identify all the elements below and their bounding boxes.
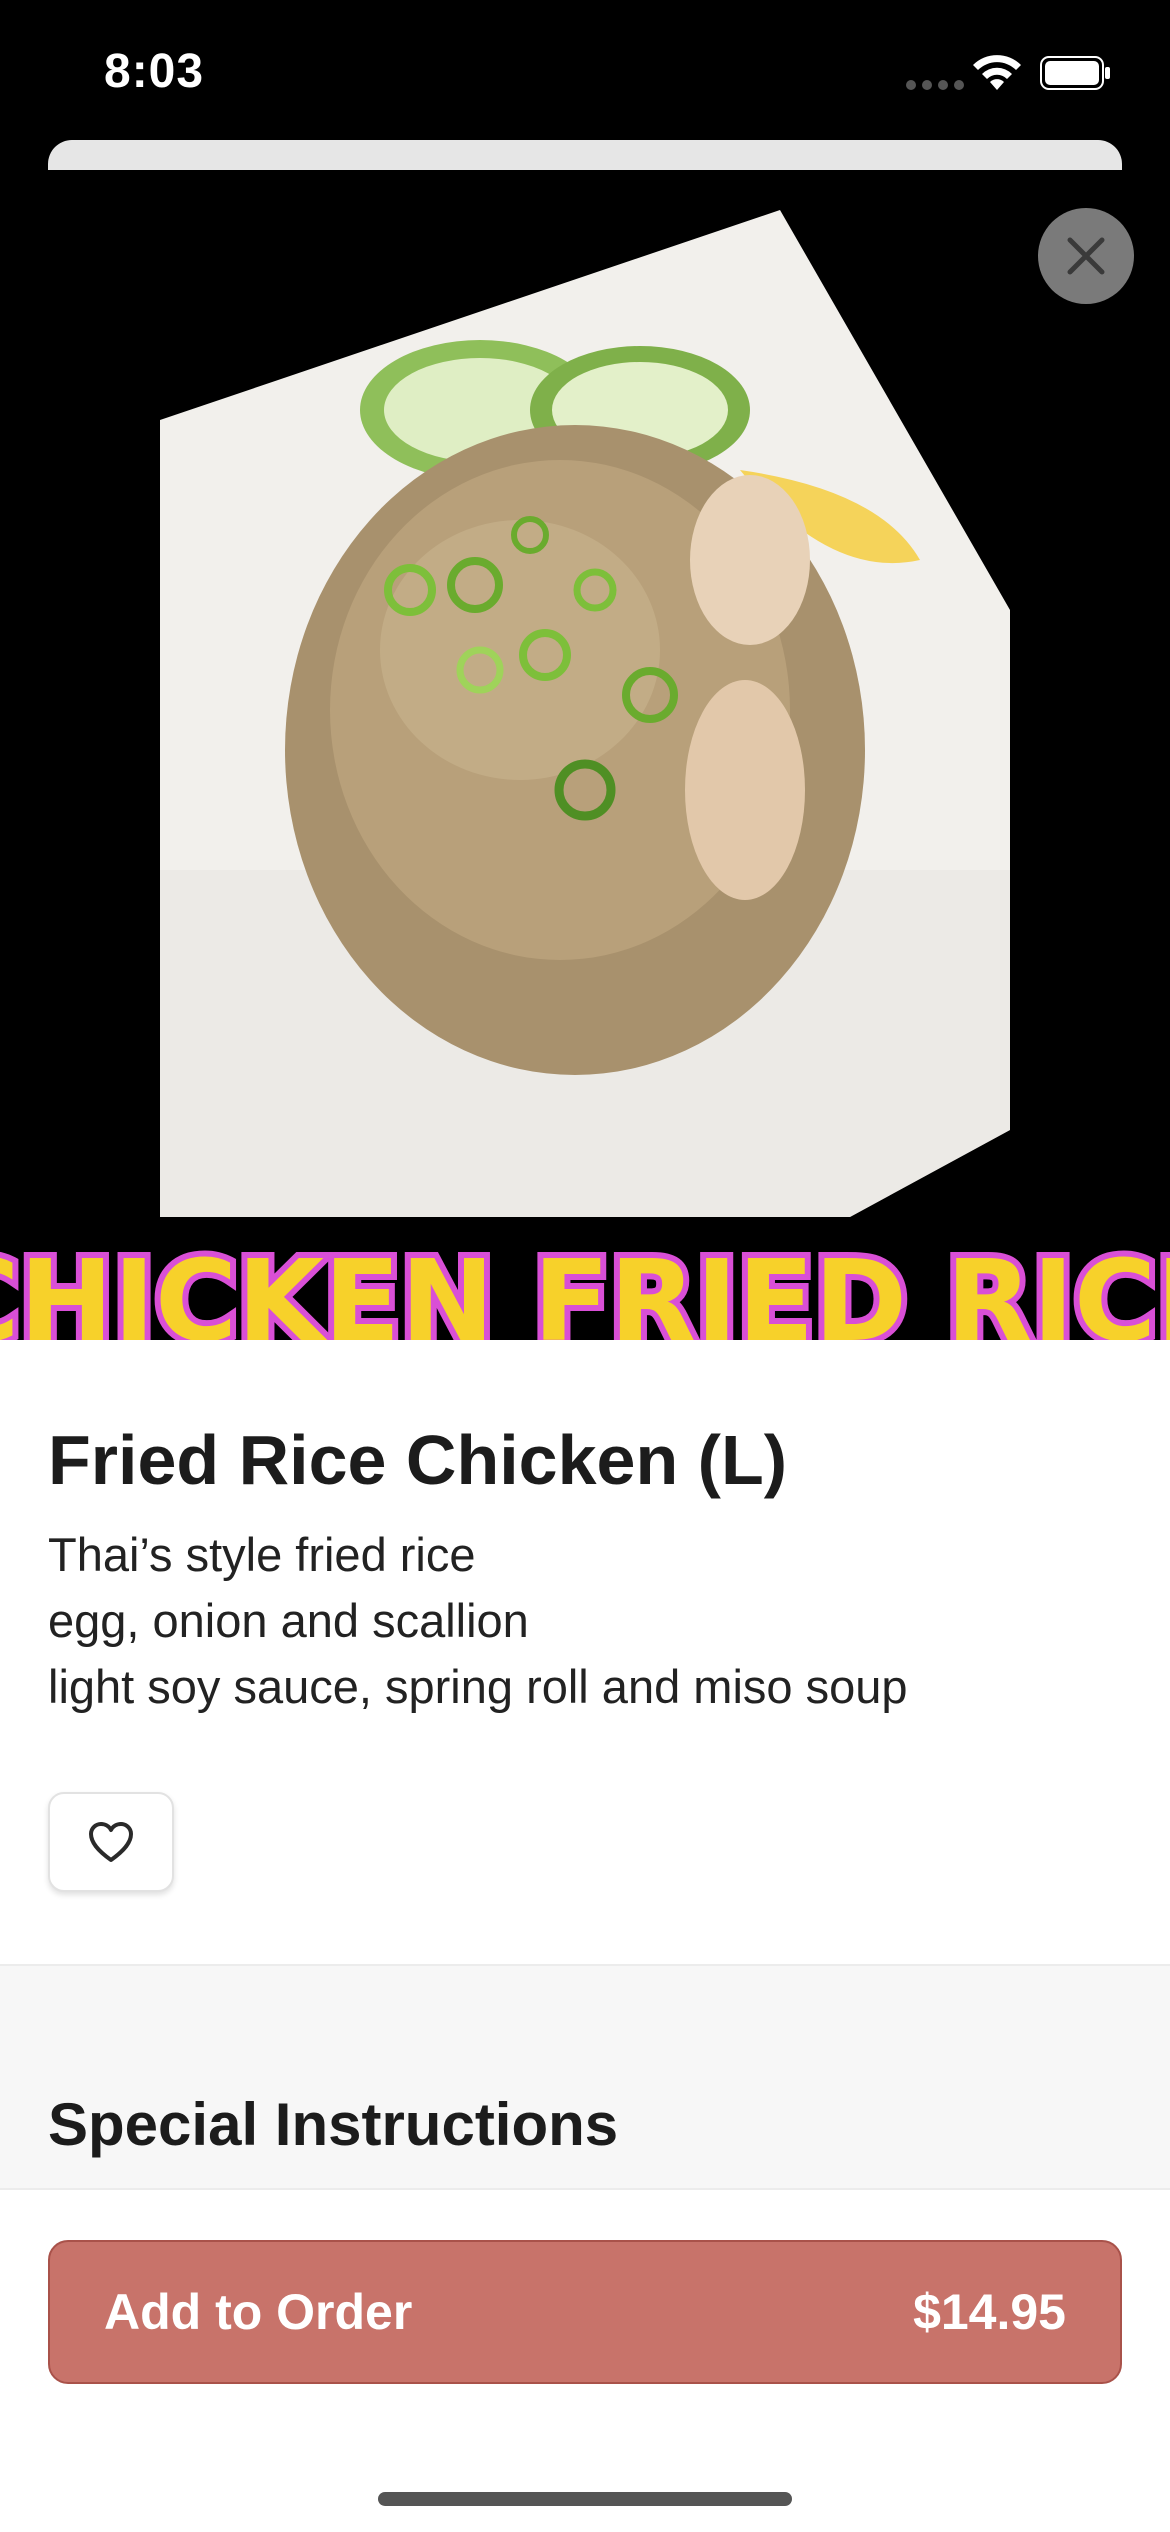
special-instructions-section: Special Instructions [0,1964,1170,2188]
add-to-order-button[interactable]: Add to Order $14.95 [48,2240,1122,2384]
item-description: Thai’s style fried rice egg, onion and s… [48,1522,908,1720]
item-details: Fried Rice Chicken (L) Thai’s style frie… [0,1340,1170,1964]
home-indicator[interactable] [378,2492,792,2506]
battery-icon [1040,56,1110,90]
status-time: 8:03 [104,45,205,98]
close-button[interactable] [1038,208,1134,304]
heart-icon [89,1822,133,1862]
item-photo: CHICKEN FRIED RICE [0,170,1170,1340]
banner-text: CHICKEN FRIED RICE [0,1237,1170,1340]
add-to-order-label: Add to Order [104,2284,413,2340]
item-title: Fried Rice Chicken (L) [48,1421,788,1499]
description-line: Thai’s style fried rice [48,1528,476,1581]
close-icon [1067,237,1105,275]
price: $14.95 [913,2284,1066,2340]
description-line: egg, onion and scallion [48,1594,529,1647]
signal-icon [906,80,964,90]
status-bar: 8:03 [0,0,1170,140]
special-instructions-title: Special Instructions [48,2091,619,2158]
wifi-icon [973,55,1021,90]
footer: Add to Order $14.95 [0,2188,1170,2532]
sheet-grabber [48,140,1122,170]
favorite-button[interactable] [48,1792,174,1892]
description-line: light soy sauce, spring roll and miso so… [48,1660,908,1713]
